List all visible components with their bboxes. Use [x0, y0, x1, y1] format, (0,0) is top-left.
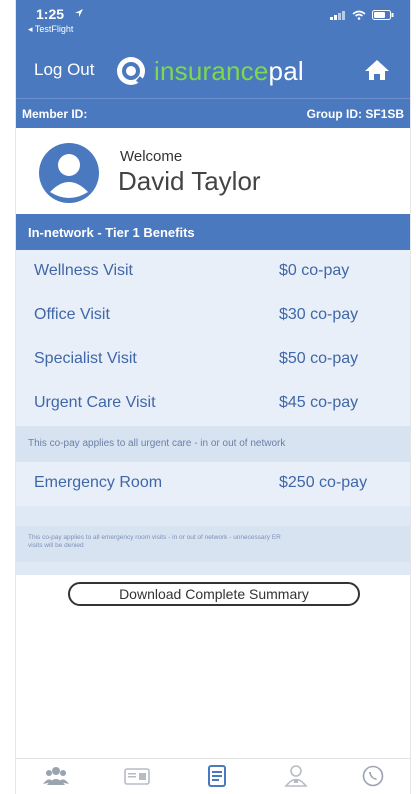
emergency-row: Emergency Room $250 co-pay [16, 462, 410, 506]
status-time: 1:25 [36, 6, 65, 22]
back-to-testflight[interactable]: ◂ TestFlight [28, 24, 73, 35]
location-arrow-icon [75, 9, 83, 17]
app-screen: 1:25 ◂ TestFlight Log Out insurancepal M… [15, 0, 411, 794]
battery-icon [372, 10, 394, 20]
app-header: Log Out insurancepal [16, 46, 410, 98]
doctor-icon[interactable] [283, 765, 309, 787]
benefit-row: Office Visit $30 co-pay [16, 294, 410, 338]
status-bar: 1:25 ◂ TestFlight [16, 0, 410, 46]
system-icons [330, 10, 394, 20]
benefit-value: $30 co-pay [279, 306, 359, 323]
phone-icon[interactable] [360, 765, 386, 787]
benefit-value: $250 co-pay [279, 474, 368, 491]
welcome-section: Welcome David Taylor [16, 128, 410, 214]
download-summary-button[interactable]: Download Complete Summary [68, 582, 360, 606]
benefit-value: $45 co-pay [279, 394, 359, 411]
benefit-name: Office Visit [34, 306, 110, 323]
logo-text: insurancepal [154, 55, 304, 86]
signal-icon [330, 11, 345, 20]
avatar-icon [39, 143, 99, 203]
member-id-label: Member ID: [22, 107, 88, 121]
emergency-note-text: This co-pay applies to all emergency roo… [28, 534, 281, 549]
group-icon[interactable] [43, 765, 69, 787]
tier-header: In-network - Tier 1 Benefits [16, 214, 410, 250]
benefit-name: Urgent Care Visit [34, 394, 156, 411]
benefit-row: Specialist Visit $50 co-pay [16, 338, 410, 382]
benefit-name: Emergency Room [34, 474, 163, 491]
member-name: David Taylor [118, 166, 261, 196]
wifi-icon [352, 10, 366, 20]
group-id-label: Group ID: SF1SB [306, 107, 404, 121]
logo-mark-icon [117, 57, 147, 87]
download-summary-label: Download Complete Summary [119, 586, 309, 602]
benefit-name: Wellness Visit [34, 262, 133, 279]
emergency-note: This co-pay applies to all emergency roo… [16, 526, 410, 562]
benefit-name: Specialist Visit [34, 350, 137, 367]
welcome-greeting: Welcome [120, 148, 183, 165]
benefit-value: $0 co-pay [279, 262, 350, 279]
benefit-row: Urgent Care Visit $45 co-pay [16, 382, 410, 426]
document-icon[interactable] [204, 765, 230, 787]
insurancepal-logo: insurancepal [114, 54, 304, 88]
home-icon[interactable] [364, 58, 390, 82]
logout-button[interactable]: Log Out [34, 60, 95, 80]
benefits-list: Wellness Visit $0 co-pay Office Visit $3… [16, 250, 410, 575]
home-indicator [146, 787, 280, 792]
urgent-care-note-text: This co-pay applies to all urgent care -… [28, 438, 286, 449]
benefit-row: Wellness Visit $0 co-pay [16, 250, 410, 294]
urgent-care-note: This co-pay applies to all urgent care -… [16, 426, 410, 462]
id-card-icon[interactable] [124, 765, 150, 787]
tier-title: In-network - Tier 1 Benefits [28, 225, 195, 240]
benefit-value: $50 co-pay [279, 350, 359, 367]
member-bar: Member ID: Group ID: SF1SB [16, 98, 410, 129]
